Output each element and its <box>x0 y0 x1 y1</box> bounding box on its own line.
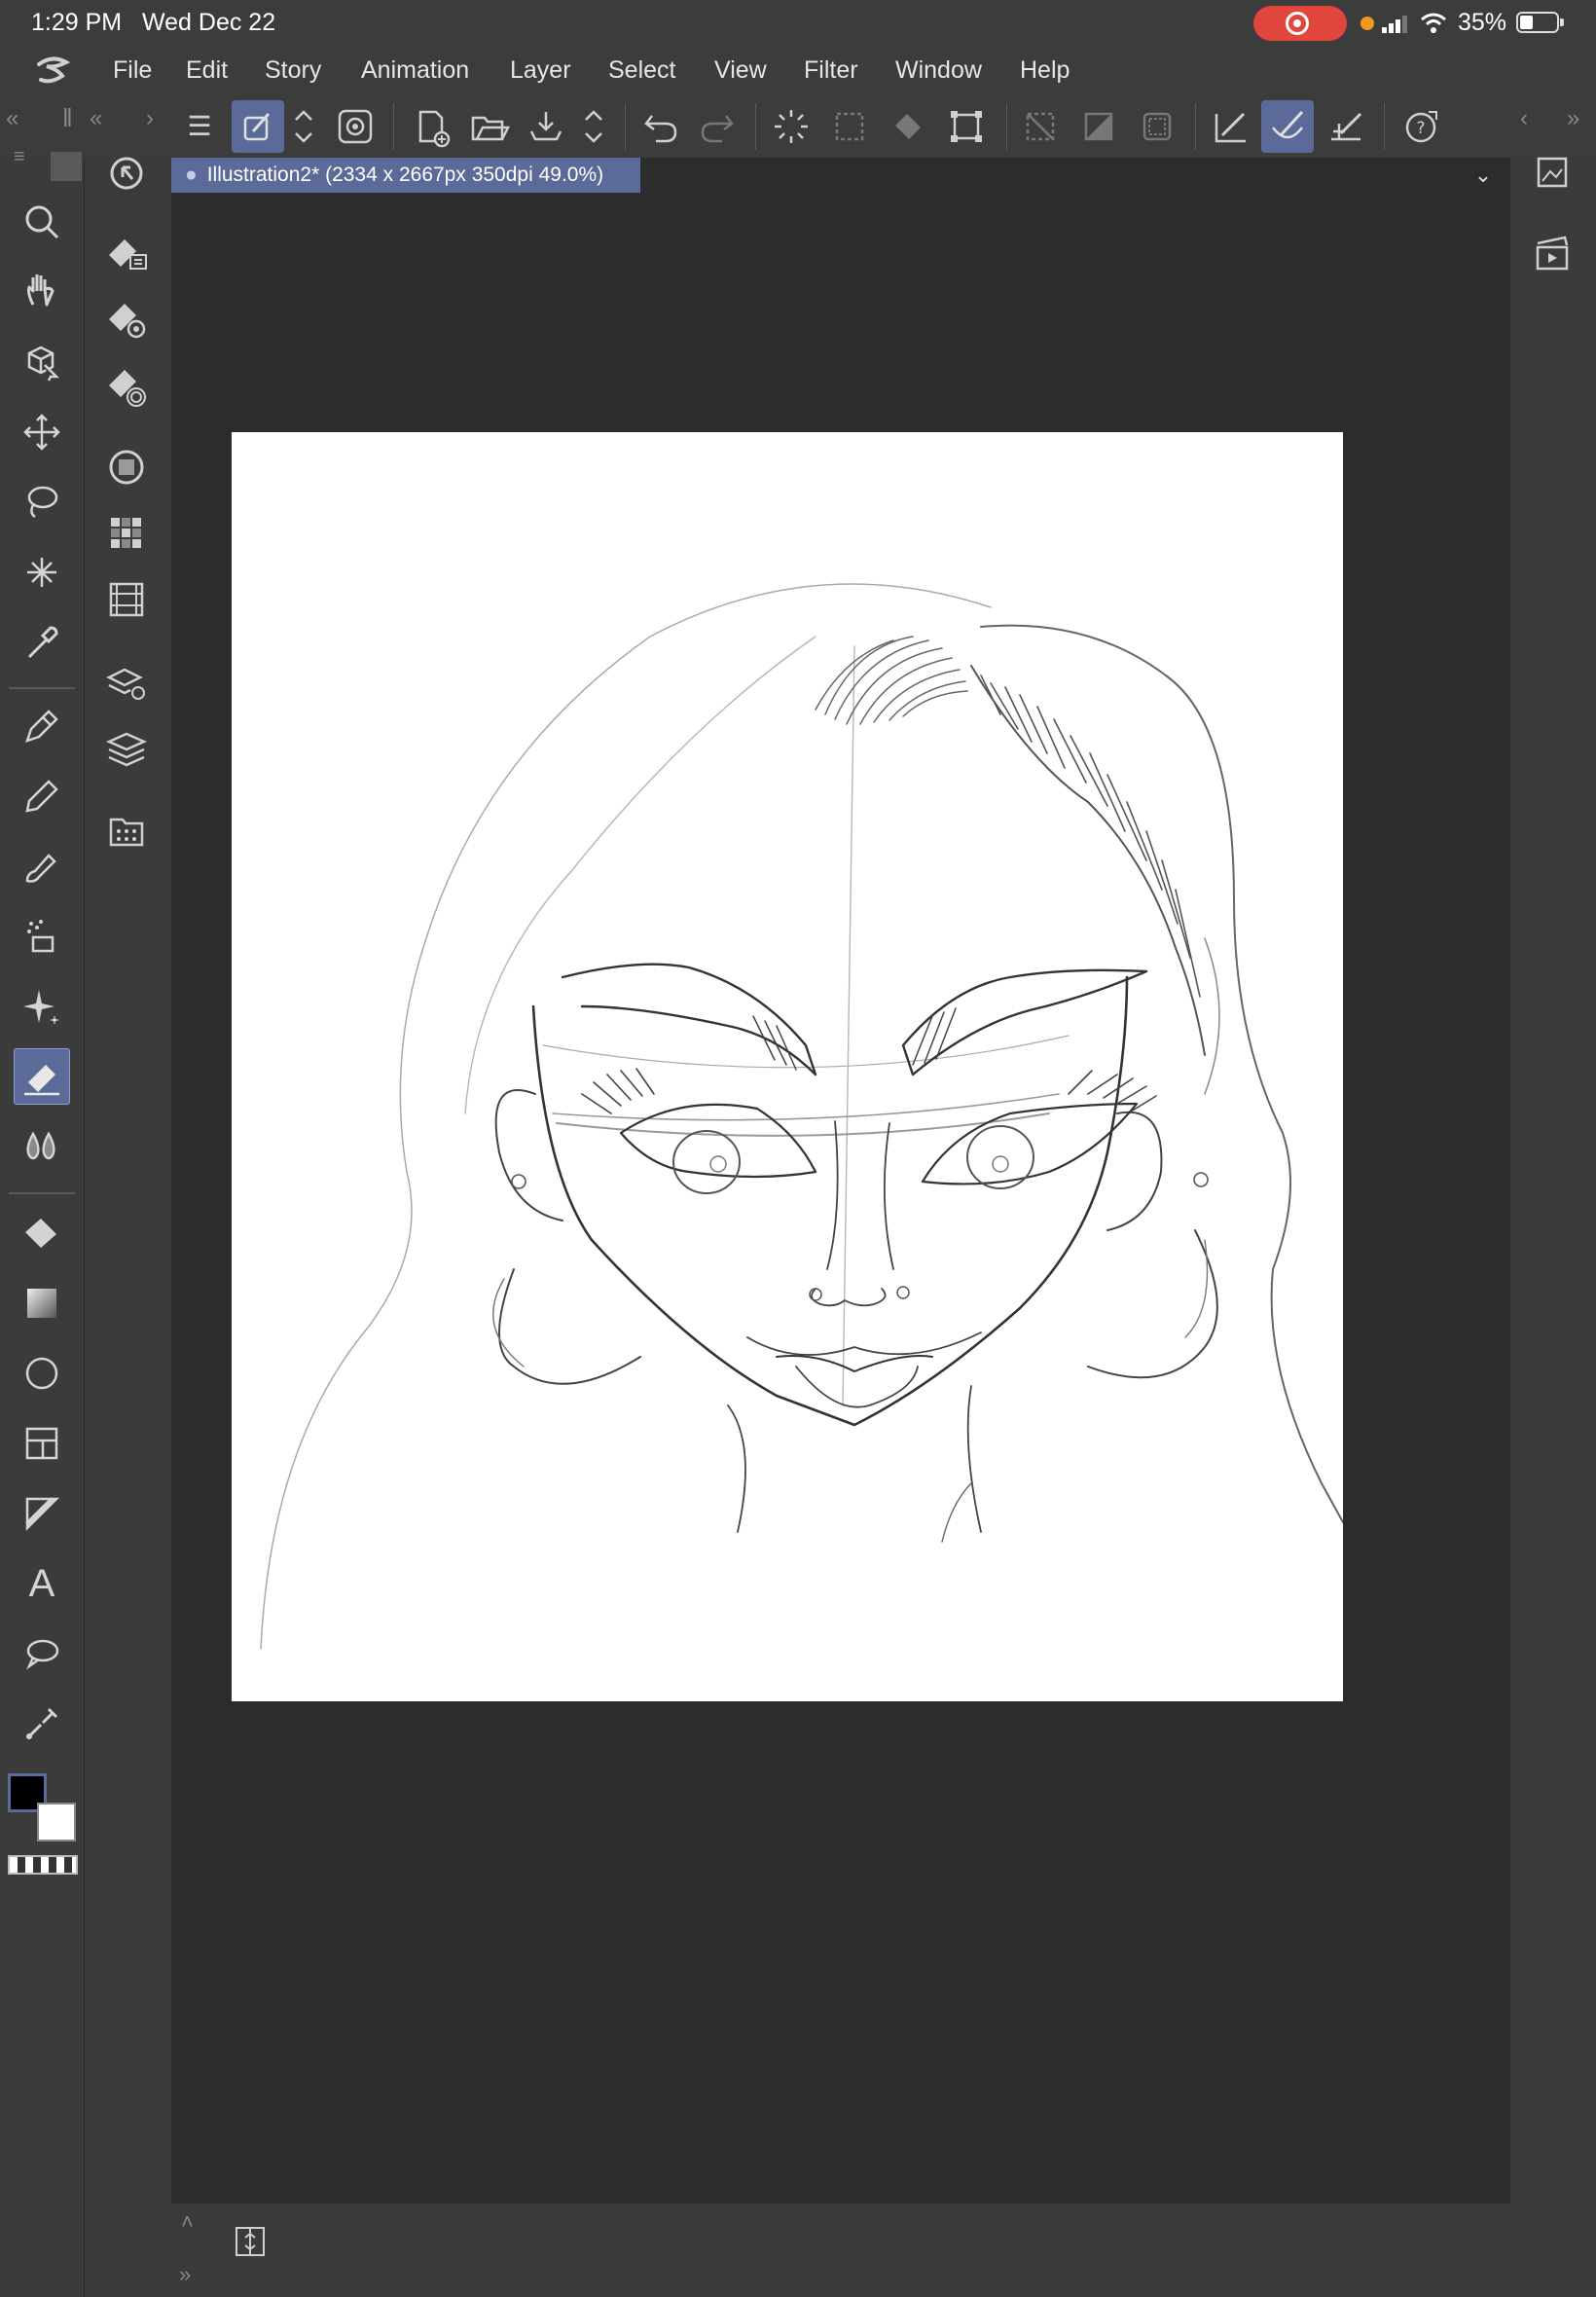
blend-tool-icon[interactable] <box>14 1118 70 1175</box>
menu-help[interactable]: Help <box>1020 56 1070 85</box>
snap-to-ruler-icon[interactable] <box>1205 100 1257 153</box>
bottom-bar: ˄ » <box>171 2204 1510 2297</box>
invert-selection-icon[interactable] <box>1072 100 1125 153</box>
airbrush-tool-icon[interactable] <box>14 908 70 965</box>
menu-animation[interactable]: Animation <box>361 56 469 85</box>
menu-edit[interactable]: Edit <box>186 56 228 85</box>
ruler-tool-icon[interactable] <box>14 1485 70 1542</box>
open-folder-icon[interactable] <box>463 100 516 153</box>
stepper-chevrons-icon[interactable] <box>284 100 323 153</box>
navigator-icon[interactable] <box>1526 146 1578 199</box>
clear-selection-icon[interactable] <box>1014 100 1067 153</box>
toolbar-menu-icon[interactable]: ≡ <box>14 146 25 168</box>
eraser-tool-icon[interactable] <box>14 1048 70 1105</box>
panel-grip-icon[interactable]: ‖ <box>62 103 73 133</box>
frame-border-tool-icon[interactable] <box>14 1415 70 1472</box>
auto-select-tool-icon[interactable] <box>14 544 70 601</box>
collapse-subtool-panel-icon[interactable]: « <box>90 105 102 132</box>
menu-layer[interactable]: Layer <box>510 56 571 85</box>
battery-percent: 35% <box>1458 9 1507 36</box>
document-tab[interactable]: ● Illustration2* (2334 x 2667px 350dpi 49… <box>171 158 640 193</box>
menu-view[interactable]: View <box>714 56 767 85</box>
transform-icon[interactable] <box>940 100 993 153</box>
redo-icon[interactable] <box>691 100 744 153</box>
brush-tool-icon[interactable] <box>14 838 70 894</box>
layer-icon[interactable] <box>97 720 156 779</box>
transparent-color-swatch[interactable] <box>8 1855 78 1875</box>
menu-bar: File Edit Story Animation Layer Select V… <box>0 47 1596 95</box>
scroll-up-chevron-icon[interactable]: ˄ <box>181 2209 194 2235</box>
animation-cel-icon[interactable] <box>1526 228 1578 280</box>
right-panel <box>1510 158 1596 2297</box>
status-date: Wed Dec 22 <box>142 9 276 36</box>
menu-select[interactable]: Select <box>608 56 675 85</box>
wifi-icon <box>1421 13 1446 33</box>
collapse-right-chevron-icon[interactable]: ‹ <box>1520 105 1528 132</box>
selection-area-icon[interactable] <box>823 100 876 153</box>
document-tab-label: Illustration2* (2334 x 2667px 350dpi 49.… <box>206 164 604 186</box>
battery-icon <box>1516 12 1564 33</box>
text-tool-icon[interactable]: A <box>14 1555 70 1612</box>
help-icon[interactable]: ? <box>1396 100 1448 153</box>
eyedropper-tool-icon[interactable] <box>14 614 70 671</box>
cellular-signal-icon <box>1382 16 1407 33</box>
status-time: 1:29 PM <box>31 9 123 36</box>
hand-tool-icon[interactable] <box>14 264 70 320</box>
object-tool-icon[interactable] <box>14 334 70 390</box>
screen-recording-indicator[interactable] <box>1253 6 1347 41</box>
layer-property-icon[interactable] <box>97 654 156 712</box>
animation-timeline-icon[interactable] <box>97 570 156 629</box>
material-icon[interactable] <box>97 802 156 860</box>
move-tool-icon[interactable] <box>14 404 70 460</box>
collapse-down-chevron-icon[interactable]: » <box>179 2262 191 2287</box>
pencil-tool-icon[interactable] <box>14 768 70 824</box>
save-stepper-chevrons-icon[interactable] <box>574 100 613 153</box>
loading-spinner-icon[interactable] <box>765 100 817 153</box>
tool-property-icon[interactable] <box>97 144 156 202</box>
brush-size-icon[interactable] <box>97 358 156 417</box>
color-set-icon[interactable] <box>97 504 156 563</box>
menu-story[interactable]: Story <box>265 56 321 85</box>
menu-filter[interactable]: Filter <box>804 56 858 85</box>
figure-tool-icon[interactable] <box>14 1345 70 1402</box>
menu-file[interactable]: File <box>113 56 152 85</box>
decoration-tool-icon[interactable] <box>14 978 70 1035</box>
drawing-canvas[interactable] <box>232 432 1344 1701</box>
sub-tool-detail-icon[interactable] <box>97 292 156 350</box>
zoom-tool-icon[interactable] <box>14 194 70 250</box>
undo-icon[interactable] <box>635 100 687 153</box>
correct-line-tool-icon[interactable] <box>14 1695 70 1752</box>
sub-tool-icon[interactable] <box>97 226 156 284</box>
fill-tool-icon[interactable] <box>14 1205 70 1261</box>
svg-text:?: ? <box>1416 119 1425 138</box>
status-bar: 1:29 PM Wed Dec 22 35% <box>0 0 1596 47</box>
expand-chevron-icon[interactable]: › <box>146 105 154 132</box>
snap-to-special-ruler-button[interactable] <box>1261 100 1314 153</box>
privacy-indicator-dot <box>1360 17 1374 30</box>
edit-mode-button[interactable] <box>232 100 284 153</box>
color-circle-icon[interactable] <box>97 438 156 496</box>
fill-selection-icon[interactable] <box>882 100 934 153</box>
save-icon[interactable] <box>520 100 572 153</box>
layer-palette-toggle-icon[interactable] <box>234 2225 267 2258</box>
tab-list-chevron-down-icon[interactable]: ⌄ <box>1464 158 1503 193</box>
collapse-left-panel-icon[interactable]: « <box>6 105 18 132</box>
toolbar-pen-tab-icon[interactable] <box>51 152 82 181</box>
snap-to-grid-icon[interactable] <box>1320 100 1372 153</box>
collapse-right-panel-icon[interactable]: » <box>1567 105 1579 132</box>
gradient-tool-icon[interactable] <box>14 1275 70 1331</box>
new-file-icon[interactable] <box>405 100 457 153</box>
pen-tool-icon[interactable] <box>14 698 70 754</box>
lasso-select-tool-icon[interactable] <box>14 474 70 530</box>
balloon-tool-icon[interactable] <box>14 1625 70 1682</box>
menu-hamburger-icon[interactable]: ☰ <box>173 100 226 153</box>
sub-color-swatch[interactable] <box>37 1803 76 1841</box>
clip-studio-swirl-icon[interactable] <box>329 100 381 153</box>
clip-studio-logo-icon[interactable] <box>33 55 72 90</box>
command-bar: « ‖ « › ☰ ? ‹ » <box>0 95 1596 158</box>
show-selection-area-icon[interactable] <box>1131 100 1183 153</box>
menu-window[interactable]: Window <box>895 56 982 85</box>
face-sketch-illustration <box>260 583 1344 1650</box>
